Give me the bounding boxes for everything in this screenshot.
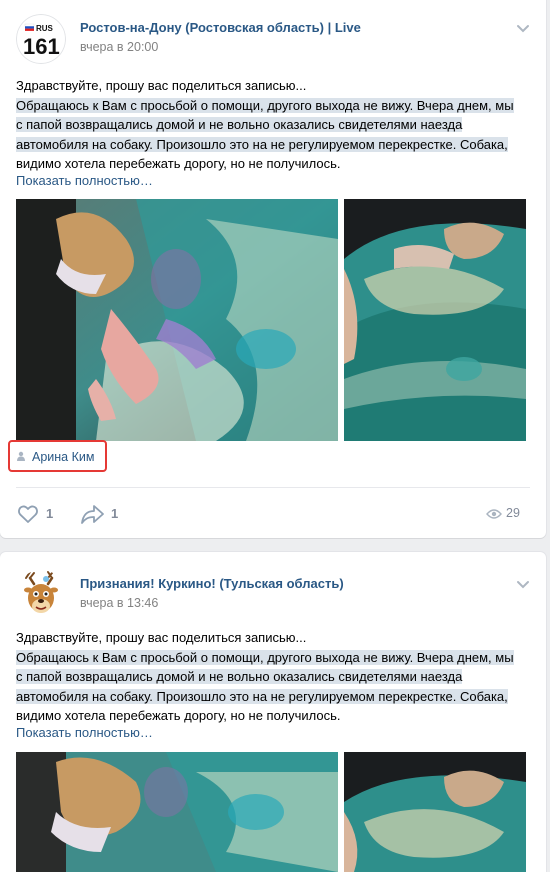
post-text-line: видимо хотела перебежать дорогу, но не п… xyxy=(16,156,341,171)
post-author-link[interactable]: Признания! Куркино! (Тульская область) xyxy=(80,576,344,591)
post-text-line: видимо хотела перебежать дорогу, но не п… xyxy=(16,708,341,723)
post-header: RUS 161 Ростов-на-Дону (Ростовская облас… xyxy=(16,14,530,64)
post-photo[interactable] xyxy=(344,199,526,441)
chevron-down-icon[interactable] xyxy=(516,24,530,34)
post-date[interactable]: вчера в 13:46 xyxy=(80,596,158,610)
post-author-link[interactable]: Ростов-на-Дону (Ростовская область) | Li… xyxy=(80,20,361,35)
post-photo[interactable] xyxy=(16,199,338,441)
person-icon xyxy=(17,451,25,461)
like-count: 1 xyxy=(46,506,54,521)
share-count: 1 xyxy=(111,506,119,521)
post-text-line: Обращаюсь к Вам с просьбой о помощи, дру… xyxy=(16,97,514,113)
show-more-link[interactable]: Показать полностью… xyxy=(16,173,153,188)
share-button[interactable]: 1 xyxy=(80,502,130,526)
post-text-line: Здравствуйте, прошу вас поделиться запис… xyxy=(16,78,307,93)
post-text-line: Обращаюсь к Вам с просьбой о помощи, дру… xyxy=(16,649,514,665)
avatar[interactable] xyxy=(16,570,66,620)
views-counter: 29 xyxy=(486,505,526,525)
post-text: Здравствуйте, прошу вас поделиться запис… xyxy=(16,628,532,726)
like-button[interactable]: 1 xyxy=(16,502,66,526)
avatar-number-text: 161 xyxy=(23,34,60,59)
heart-icon xyxy=(18,505,38,523)
post-text-line: с папой возвращались домой и не вольно о… xyxy=(16,669,463,684)
signer-name: Арина Ким xyxy=(32,450,95,464)
post-text: Здравствуйте, прошу вас поделиться запис… xyxy=(16,76,532,174)
post: Признания! Куркино! (Тульская область) в… xyxy=(0,552,546,872)
post-header: Признания! Куркино! (Тульская область) в… xyxy=(16,570,530,620)
show-more-link[interactable]: Показать полностью… xyxy=(16,725,153,740)
share-arrow-icon xyxy=(81,505,104,524)
post-text-line: автомобиля на собаку. Произошло это на н… xyxy=(16,136,508,152)
avatar[interactable]: RUS 161 xyxy=(16,14,66,64)
news-feed: RUS 161 Ростов-на-Дону (Ростовская облас… xyxy=(0,0,550,872)
post-photo[interactable] xyxy=(344,752,526,872)
post-text-line: автомобиля на собаку. Произошло это на н… xyxy=(16,688,508,704)
signer-box[interactable]: Арина Ким xyxy=(8,440,107,472)
avatar-rus-text: RUS xyxy=(36,24,54,33)
eye-icon xyxy=(486,509,502,519)
views-count: 29 xyxy=(506,506,520,520)
divider xyxy=(16,487,530,488)
post-text-line: Здравствуйте, прошу вас поделиться запис… xyxy=(16,630,307,645)
post-photo[interactable] xyxy=(16,752,338,872)
post: RUS 161 Ростов-на-Дону (Ростовская облас… xyxy=(0,0,546,538)
chevron-down-icon[interactable] xyxy=(516,580,530,590)
post-date[interactable]: вчера в 20:00 xyxy=(80,40,158,54)
post-text-line: с папой возвращались домой и не вольно о… xyxy=(16,117,463,132)
